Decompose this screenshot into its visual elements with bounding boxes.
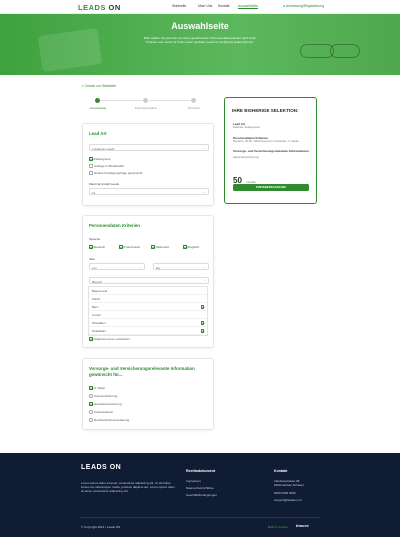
page-subtitle: Bitte wählen Sie jetzt die von Ihnen gew… <box>143 36 257 44</box>
summary-lead-art-value: Exklusiv, Zeitsegment <box>233 125 260 129</box>
summary-insurance-label: Vorsorge- und Versicherungsrelevante Inf… <box>233 149 309 153</box>
checkbox-icon <box>89 386 93 390</box>
step-dot-2 <box>142 97 149 104</box>
site-footer: LEADS ON Lorem ipsum dolor sit amet, con… <box>0 453 400 537</box>
radio-icon <box>89 418 93 422</box>
user-icon: ● <box>283 4 286 8</box>
checkbox-telefonnummer[interactable]: Telefonnummer vorhanden <box>89 337 130 341</box>
back-link[interactable]: « Zurück zur Startseite <box>82 84 116 88</box>
insurance-card: Vorsorge- und Versicherungsrelevante Inf… <box>82 358 214 430</box>
price-calc-button[interactable]: PREISBERECHNUNG <box>233 184 309 191</box>
chevron-up-icon: ⌃ <box>203 279 206 283</box>
step-label-3: Abschluss <box>187 106 201 110</box>
footer-email[interactable]: support@leadson.ch <box>274 498 302 502</box>
nav-startseite[interactable]: Startseite <box>172 4 186 8</box>
checkbox-3-saeule[interactable]: 3. Säule <box>89 386 105 390</box>
checkbox-bedarfsfall[interactable]: Anfrage im Bedarfsfall <box>89 164 124 168</box>
checkbox-icon <box>89 157 93 161</box>
glasses-lens-right <box>330 44 360 58</box>
checkbox-icon <box>200 321 204 325</box>
footer-link-datenschutz[interactable]: Datenschutzrichtlinie <box>186 486 214 490</box>
age-from-select[interactable]: von ⌄ <box>89 263 145 270</box>
radio-icon <box>89 394 93 398</box>
checkbox-icon <box>89 245 93 249</box>
region-dropdown-list: Basel-Land Zürich Bern Luzern Obwalden N… <box>88 286 208 336</box>
footer-legal-title: Rechtsdokument <box>186 469 216 473</box>
nav-auswahlseite[interactable]: Auswahlseite <box>238 4 258 9</box>
footer-address-2: 9100 Herisau Schweiz <box>274 483 304 487</box>
step-dot-1 <box>94 97 101 104</box>
summary-title: IHRE BISHERIGE SELEKTION: <box>232 108 299 113</box>
chevron-down-icon: ⌄ <box>203 146 206 150</box>
checkbox-icon <box>200 329 204 333</box>
progress-steps: Auswahlseite Zahlungsangaben Abschluss <box>90 97 202 111</box>
footer-link-impressum[interactable]: Impressum <box>186 479 201 483</box>
checkbox-kuendigungsfrage[interactable]: Direkte Kündigungsfrage gewünscht <box>89 171 142 175</box>
checkbox-rechtsschutz[interactable]: Rechtsschutzversicherung <box>89 418 129 422</box>
checkbox-autoversicherung[interactable]: Autoversicherung <box>89 394 117 398</box>
checkbox-krankenkasse[interactable]: Krankenkasse <box>89 410 113 414</box>
chevron-down-icon: ⌄ <box>203 265 206 269</box>
region-select[interactable]: Bereich ⌃ <box>89 277 209 284</box>
page-title: Auswahlseite <box>171 21 229 31</box>
region-option-basel[interactable]: Basel-Land <box>89 287 207 295</box>
nav-ueber-uns[interactable]: Über Uns <box>198 4 212 8</box>
chevron-down-icon: ⌄ <box>203 190 206 194</box>
checkbox-icon <box>89 171 93 175</box>
nav-kontakt[interactable]: Kontakt <box>218 4 230 8</box>
step-label-2: Zahlungsangaben <box>134 106 158 110</box>
checkbox-icon <box>89 337 93 341</box>
age-to-select[interactable]: bis ⌄ <box>153 263 209 270</box>
checkbox-icon <box>119 245 123 249</box>
innovo-logo[interactable]: innovo <box>296 523 309 528</box>
personendaten-title: Personendaten Kriterien <box>89 223 140 228</box>
brand-logo[interactable]: LEADS ON <box>78 3 121 12</box>
lead-art-title: Lead Art <box>89 131 107 136</box>
qty-select[interactable]: 10 ⌄ <box>89 188 209 195</box>
step-dot-3 <box>190 97 197 104</box>
checkbox-franzoesisch[interactable]: Französisch <box>119 245 140 249</box>
footer-copyright: © Copyright 2021 | Leads ON <box>81 525 121 529</box>
footer-description: Lorem ipsum dolor sit amet, consectetur … <box>81 481 175 494</box>
footer-logo[interactable]: LEADS ON <box>81 464 121 471</box>
region-option-nidwalden[interactable]: Nidwalden <box>89 327 207 335</box>
checkbox-icon <box>89 402 93 406</box>
checkbox-icon <box>89 164 93 168</box>
footer-divider <box>80 517 320 518</box>
checkbox-italienisch[interactable]: Italienisch <box>151 245 169 249</box>
footer-phone[interactable]: 0000 0000 0000 <box>274 491 296 495</box>
lead-art-card: Lead Art 1 Exklusiv Leads ⌄ Zeitsegment A… <box>82 123 214 206</box>
region-option-zuerich[interactable]: Zürich <box>89 295 207 303</box>
hero-banner: Auswahlseite Bitte wählen Sie jetzt die … <box>0 14 400 75</box>
insurance-title: Vorsorge- und Versicherungsrelevante Inf… <box>89 366 195 377</box>
footer-built-by[interactable]: Built by Innovo <box>268 525 288 529</box>
step-label-1: Auswahlseite <box>89 106 107 110</box>
chevron-down-icon: ⌄ <box>139 265 142 269</box>
checkbox-deutsch[interactable]: Deutsch <box>89 245 105 249</box>
glasses-lens-left <box>300 44 334 58</box>
footer-link-agb[interactable]: Geschäftsbedingungen <box>186 493 217 497</box>
login-link[interactable]: ● Anmeldung/Registrierung <box>283 4 324 8</box>
checkbox-englisch[interactable]: Englisch <box>183 245 199 249</box>
checkbox-zeitsegment[interactable]: Zeitsegment <box>89 157 111 161</box>
language-label: Sprache <box>89 237 101 241</box>
selection-summary-card: IHRE BISHERIGE SELEKTION: Lead Art Exklu… <box>224 97 317 204</box>
top-navbar: LEADS ON Startseite Über Uns Kontakt Aus… <box>0 0 400 14</box>
checkbox-icon <box>151 245 155 249</box>
lead-type-select[interactable]: 1 Exklusiv Leads ⌄ <box>89 144 209 151</box>
hands-decoration <box>37 27 103 73</box>
region-option-luzern[interactable]: Luzern <box>89 311 207 319</box>
age-label: Alter <box>89 257 96 261</box>
summary-insurance-value: Hausratversicherung <box>233 155 259 159</box>
region-option-obwalden[interactable]: Obwalden <box>89 319 207 327</box>
region-option-bern[interactable]: Bern <box>89 303 207 311</box>
checkbox-hausrat[interactable]: Hausratversicherung <box>89 402 122 406</box>
checkbox-icon <box>183 245 187 249</box>
qty-label: Maximal Anzahl Leads <box>89 182 120 186</box>
radio-icon <box>89 410 93 414</box>
footer-contact-title: Kontakt <box>274 469 288 473</box>
checkbox-icon <box>200 305 204 309</box>
summary-person-value: Deutsch, 30-50, Telefonnummer vorhanden,… <box>233 139 299 143</box>
